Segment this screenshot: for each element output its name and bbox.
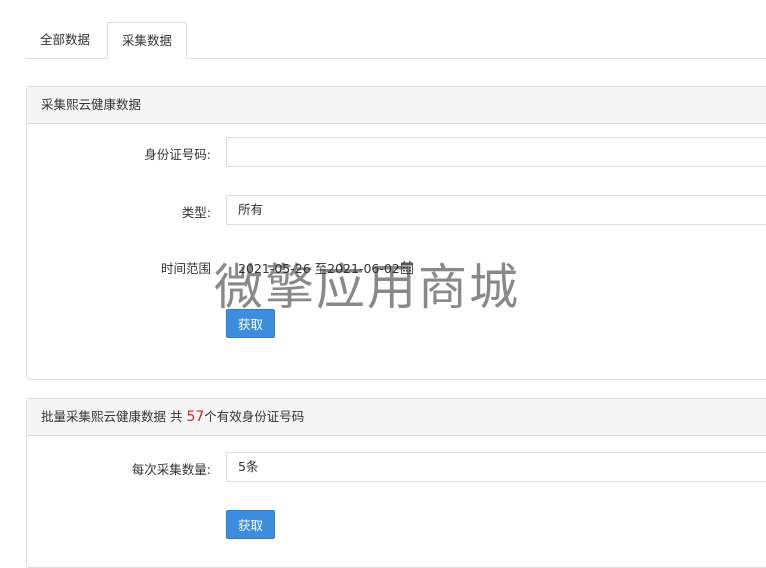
calendar-icon (400, 261, 413, 277)
fetch-button[interactable]: 获取 (226, 309, 275, 338)
tab-collect-data[interactable]: 采集数据 (107, 22, 188, 59)
date-range-text: 2021-05-26 至2021-06-02 (238, 261, 400, 276)
date-range-picker[interactable]: 2021-05-26 至2021-06-02 (238, 258, 413, 277)
batch-size-select[interactable]: 5条 (226, 452, 766, 482)
id-number-label: 身份证号码: (144, 147, 211, 162)
tab-all-data[interactable]: 全部数据 (26, 22, 104, 58)
batch-collect-panel-title: 批量采集熙云健康数据 共 57个有效身份证号码 (27, 399, 766, 436)
valid-id-count: 57 (186, 409, 205, 425)
collect-panel-title: 采集熙云健康数据 (27, 87, 766, 124)
type-select[interactable]: 所有 (226, 195, 766, 225)
collect-panel: 采集熙云健康数据 身份证号码: 类型: 所有 时间范围 2021-05-26 至… (26, 86, 766, 380)
batch-title-prefix: 批量采集熙云健康数据 共 (41, 409, 187, 424)
time-range-label: 时间范围 (160, 261, 211, 276)
batch-title-suffix: 个有效身份证号码 (204, 409, 305, 424)
tab-bar: 全部数据 采集数据 (26, 22, 766, 59)
type-label: 类型: (181, 205, 211, 220)
batch-collect-panel: 批量采集熙云健康数据 共 57个有效身份证号码 每次采集数量: 5条 获取 (26, 398, 766, 568)
batch-fetch-button[interactable]: 获取 (226, 510, 275, 539)
batch-size-label: 每次采集数量: (131, 462, 211, 477)
id-number-input[interactable] (226, 137, 766, 167)
